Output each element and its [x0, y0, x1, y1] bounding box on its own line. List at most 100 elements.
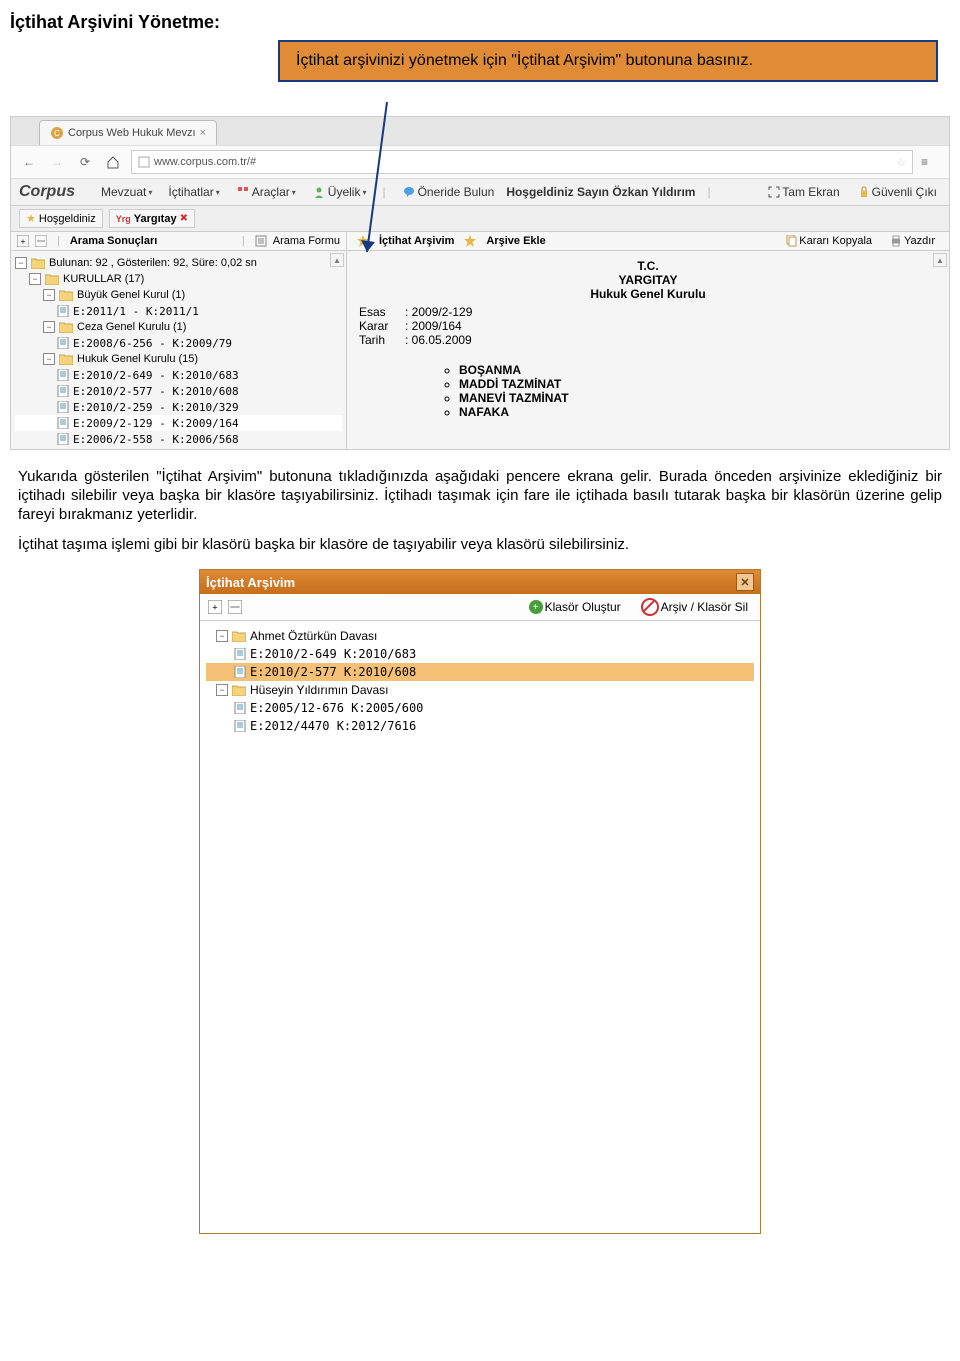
document-pane: İçtihat Arşivim Arşive Ekle Kararı Kopya… [347, 232, 949, 449]
close-icon[interactable]: ✕ [736, 573, 754, 591]
url-text: www.corpus.com.tr/# [154, 156, 256, 168]
collapse-all-icon[interactable] [228, 600, 242, 614]
scroll-up-icon[interactable]: ▲ [330, 253, 344, 267]
copy-decision-button[interactable]: Kararı Kopyala [781, 235, 876, 247]
archive-item-selected[interactable]: E:2010/2-577 K:2010/608 [250, 665, 416, 679]
document-icon [57, 369, 69, 381]
tree-leaf[interactable]: E:2008/6-256 - K:2009/79 [73, 337, 232, 350]
topic-item: MANEVİ TAZMİNAT [459, 391, 937, 405]
section-heading: İçtihat Arşivini Yönetme: [10, 12, 950, 33]
collapse-icon[interactable]: − [43, 289, 55, 301]
archive-item[interactable]: E:2010/2-649 K:2010/683 [250, 647, 416, 661]
collapse-icon[interactable]: − [29, 273, 41, 285]
logout-button[interactable]: Güvenli Çıkı [854, 185, 941, 199]
plus-icon: + [529, 600, 543, 614]
folder-label[interactable]: Hüseyin Yıldırımın Davası [250, 683, 389, 697]
star-icon [464, 235, 476, 247]
reload-icon[interactable]: ⟳ [75, 152, 95, 172]
sub-tab-bar: ★ Hoşgeldiniz Yrg Yargıtay ✖ [11, 206, 949, 232]
modal-titlebar: İçtihat Arşivim ✕ [200, 570, 760, 594]
tree-leaf[interactable]: E:2011/1 - K:2011/1 [73, 305, 199, 318]
document-icon [57, 305, 69, 317]
folder-icon [59, 353, 73, 365]
meta-label: Karar [359, 319, 399, 333]
menu-uyelik[interactable]: Üyelik▾ [308, 185, 371, 199]
tree-leaf[interactable]: E:2006/2-558 - K:2006/568 [73, 433, 239, 446]
meta-label: Tarih [359, 333, 399, 347]
tree-node[interactable]: Hukuk Genel Kurulu (15) [77, 353, 198, 365]
page-icon [138, 156, 150, 168]
browser-toolbar: ← → ⟳ www.corpus.com.tr/# ☆ ≡ [11, 145, 949, 179]
folder-icon [232, 630, 246, 642]
expand-all-icon[interactable]: + [208, 600, 222, 614]
menu-mevzuat[interactable]: Mevzuat▾ [97, 185, 156, 199]
star-icon [357, 235, 369, 247]
address-bar[interactable]: www.corpus.com.tr/# ☆ [131, 150, 913, 174]
back-icon[interactable]: ← [19, 152, 39, 172]
archive-add-button[interactable]: Arşive Ekle [486, 235, 545, 247]
folder-icon [59, 321, 73, 333]
forbidden-icon [641, 598, 659, 616]
home-icon[interactable] [103, 152, 123, 172]
meta-value: : 06.05.2009 [405, 333, 472, 347]
results-pane: + | Arama Sonuçları | Arama Formu ▲ −Bul… [11, 232, 347, 449]
suggest-button[interactable]: Öneride Bulun [398, 185, 499, 199]
topic-list: BOŞANMA MADDİ TAZMİNAT MANEVİ TAZMİNAT N… [419, 363, 937, 419]
speech-icon [402, 185, 416, 199]
menu-ictihatlar[interactable]: İçtihatlar▾ [164, 185, 223, 199]
archive-item[interactable]: E:2005/12-676 K:2005/600 [250, 701, 423, 715]
collapse-icon[interactable]: − [15, 257, 27, 269]
folder-icon [59, 289, 73, 301]
collapse-all-icon[interactable] [35, 235, 47, 247]
collapse-icon[interactable]: − [216, 630, 228, 642]
expand-all-icon[interactable]: + [17, 235, 29, 247]
search-form-link[interactable]: Arama Formu [273, 235, 340, 247]
modal-title: İçtihat Arşivim [206, 575, 295, 590]
new-folder-button[interactable]: + Klasör Oluştur [525, 600, 625, 614]
instruction-callout: İçtihat arşivinizi yönetmek için "İçtiha… [278, 40, 938, 82]
archive-modal: İçtihat Arşivim ✕ + + Klasör Oluştur Arş… [199, 569, 761, 1234]
topic-item: NAFAKA [459, 405, 937, 419]
subtab-yargitay[interactable]: Yrg Yargıtay ✖ [109, 209, 195, 228]
tree-node[interactable]: KURULLAR (17) [63, 273, 144, 285]
subtab-welcome[interactable]: ★ Hoşgeldiniz [19, 209, 103, 228]
explanation-paragraph-2: İçtihat taşıma işlemi gibi bir klasörü b… [18, 536, 942, 555]
results-header: Arama Sonuçları [70, 235, 157, 247]
topic-item: BOŞANMA [459, 363, 937, 377]
tree-leaf[interactable]: E:2010/2-259 - K:2010/329 [73, 401, 239, 414]
meta-value: : 2009/2-129 [405, 305, 472, 319]
bookmark-star-icon[interactable]: ☆ [896, 156, 906, 169]
delete-button[interactable]: Arşiv / Klasör Sil [637, 598, 752, 616]
collapse-icon[interactable]: − [216, 684, 228, 696]
form-icon [255, 235, 267, 247]
collapse-icon[interactable]: − [43, 353, 55, 365]
scroll-up-icon[interactable]: ▲ [933, 253, 947, 267]
menu-icon[interactable]: ≡ [921, 155, 941, 169]
archive-my-button[interactable]: İçtihat Arşivim [379, 235, 454, 247]
print-button[interactable]: Yazdır [886, 235, 939, 247]
meta-label: Esas [359, 305, 399, 319]
app-logo: Corpus [19, 183, 75, 201]
tree-leaf[interactable]: E:2010/2-577 - K:2010/608 [73, 385, 239, 398]
collapse-icon[interactable]: − [43, 321, 55, 333]
user-icon [312, 185, 326, 199]
document-icon [57, 417, 69, 429]
archive-item[interactable]: E:2012/4470 K:2012/7616 [250, 719, 416, 733]
folder-label[interactable]: Ahmet Öztürkün Davası [250, 629, 377, 643]
svg-text:+: + [21, 237, 26, 246]
folder-icon [45, 273, 59, 285]
meta-value: : 2009/164 [405, 319, 462, 333]
document-icon [234, 648, 246, 660]
fullscreen-button[interactable]: Tam Ekran [764, 185, 843, 199]
close-icon[interactable]: ✖ [180, 213, 188, 224]
tree-node[interactable]: Büyük Genel Kurul (1) [77, 289, 185, 301]
forward-icon[interactable]: → [47, 152, 67, 172]
menu-araclar[interactable]: Araçlar▾ [232, 185, 300, 199]
fullscreen-icon [768, 186, 780, 198]
tree-leaf[interactable]: E:2010/2-649 - K:2010/683 [73, 369, 239, 382]
printer-icon [890, 235, 902, 247]
tree-node[interactable]: Ceza Genel Kurulu (1) [77, 321, 186, 333]
folder-icon [31, 257, 45, 269]
tree-leaf-selected[interactable]: E:2009/2-129 - K:2009/164 [73, 417, 239, 430]
copy-icon [785, 235, 797, 247]
